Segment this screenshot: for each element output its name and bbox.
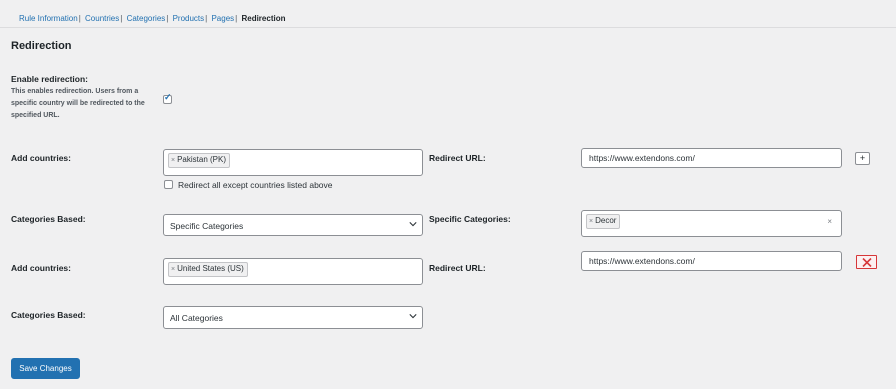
categories-based-select[interactable]: Specific Categories: [163, 214, 423, 236]
remove-rule-button[interactable]: [856, 255, 877, 269]
specific-categories-select[interactable]: × Decor ×: [581, 210, 842, 237]
categories-based-label: Categories Based:: [11, 310, 86, 320]
country-tag-label: Pakistan (PK): [177, 155, 226, 164]
country-tag: × United States (US): [168, 262, 248, 277]
redirect-url-value: https://www.extendons.com/: [589, 256, 695, 266]
categories-based-value: All Categories: [170, 313, 223, 323]
tab-countries[interactable]: Countries: [85, 14, 119, 23]
chevron-down-icon: [409, 222, 417, 227]
chevron-down-icon: [409, 314, 417, 319]
enable-redirection-label: Enable redirection:: [11, 74, 88, 84]
add-countries-label: Add countries:: [11, 263, 71, 273]
tag-remove-icon[interactable]: ×: [171, 157, 175, 164]
country-tag: × Pakistan (PK): [168, 153, 230, 168]
redirect-url-input[interactable]: https://www.extendons.com/: [581, 148, 842, 168]
save-changes-button[interactable]: Save Changes: [11, 358, 80, 379]
categories-based-label: Categories Based:: [11, 214, 86, 224]
tag-remove-icon[interactable]: ×: [589, 218, 593, 225]
clear-icon[interactable]: ×: [827, 217, 832, 226]
enable-redirection-description: This enables redirection. Users from a s…: [11, 88, 145, 119]
tab-separator: |: [166, 14, 169, 23]
tab-categories[interactable]: Categories: [127, 14, 166, 23]
specific-categories-label: Specific Categories:: [429, 214, 511, 224]
countries-select[interactable]: × Pakistan (PK): [163, 149, 423, 176]
redirect-url-label: Redirect URL:: [429, 263, 486, 273]
tab-separator: |: [205, 14, 208, 23]
tab-products[interactable]: Products: [173, 14, 205, 23]
redirect-url-label: Redirect URL:: [429, 153, 486, 163]
section-title: Redirection: [11, 40, 72, 52]
add-countries-label: Add countries:: [11, 153, 71, 163]
add-rule-button[interactable]: +: [855, 152, 870, 165]
tab-divider: [0, 27, 896, 28]
redirect-except-checkbox[interactable]: [164, 180, 173, 189]
redirect-url-input[interactable]: https://www.extendons.com/: [581, 251, 842, 271]
category-tag: × Decor: [586, 214, 621, 229]
tab-separator: |: [235, 14, 238, 23]
tag-remove-icon[interactable]: ×: [171, 266, 175, 273]
redirect-url-value: https://www.extendons.com/: [589, 153, 695, 163]
checkmark-icon: ✓: [164, 92, 172, 102]
categories-based-value: Specific Categories: [170, 221, 244, 231]
country-tag-label: United States (US): [177, 264, 244, 273]
enable-redirection-checkbox[interactable]: ✓: [163, 92, 172, 104]
close-icon: [862, 258, 872, 267]
redirect-except-label: Redirect all except countries listed abo…: [178, 180, 333, 190]
tab-separator: |: [120, 14, 123, 23]
tab-separator: |: [78, 14, 81, 23]
category-tag-label: Decor: [595, 216, 617, 225]
categories-based-select[interactable]: All Categories: [163, 306, 423, 329]
tab-pages[interactable]: Pages: [211, 14, 234, 23]
tab-navigation: Rule Information| Countries| Categories|…: [19, 14, 285, 23]
tab-redirection[interactable]: Redirection: [241, 14, 285, 23]
countries-select[interactable]: × United States (US): [163, 258, 423, 285]
tab-rule-information[interactable]: Rule Information: [19, 14, 78, 23]
